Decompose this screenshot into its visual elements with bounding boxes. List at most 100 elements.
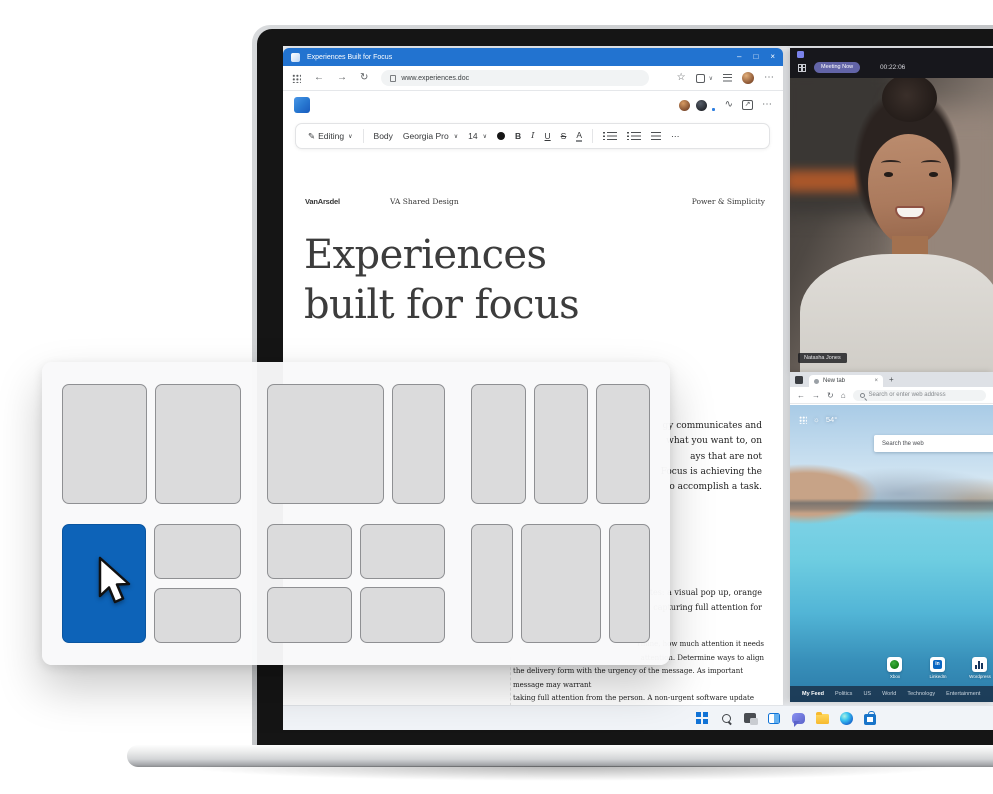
gallery-grid-icon[interactable] (798, 64, 806, 72)
favorites-star-icon[interactable]: ☆ (677, 73, 686, 83)
back-icon[interactable]: ← (797, 391, 805, 400)
task-view-button[interactable] (743, 711, 757, 725)
tile-wordpress[interactable]: Wordpress (972, 657, 987, 672)
meeting-badge[interactable]: Meeting Now (814, 62, 860, 73)
refresh-icon[interactable]: ↻ (827, 391, 834, 400)
snap-cell[interactable] (521, 524, 601, 644)
font-size-dropdown[interactable]: 14 ∨ (468, 131, 487, 141)
numbered-list-icon[interactable] (631, 132, 641, 140)
extensions-icon[interactable] (696, 74, 705, 83)
new-tab-icon[interactable]: + (889, 374, 894, 386)
word-logo-icon[interactable] (294, 97, 310, 113)
italic-button[interactable]: I (531, 131, 534, 141)
activity-icon[interactable]: ∿ (725, 100, 733, 110)
news-link[interactable]: World (882, 691, 896, 697)
workspaces-icon[interactable] (795, 376, 803, 384)
address-placeholder: Search or enter web address (869, 392, 946, 398)
more-icon[interactable]: ⋯ (762, 100, 772, 110)
file-explorer-button[interactable] (815, 711, 829, 725)
start-button[interactable] (695, 711, 709, 725)
snap-cell[interactable] (154, 524, 240, 579)
tile-xbox[interactable]: Xbox (887, 657, 902, 672)
align-icon[interactable] (651, 132, 661, 140)
maximize-button[interactable]: □ (753, 48, 758, 66)
apps-grid-icon[interactable] (292, 74, 301, 83)
snap-cell[interactable] (267, 384, 385, 504)
teams-logo-icon (797, 51, 804, 58)
tab-close-icon[interactable]: × (874, 378, 878, 384)
bold-button[interactable]: B (515, 131, 521, 141)
address-bar[interactable]: Search or enter web address (853, 390, 986, 401)
text-line: what you want to, on (661, 434, 762, 449)
address-bar[interactable]: www.experiences.doc (381, 70, 649, 86)
snap-cell[interactable] (360, 524, 445, 580)
collaborator-avatar[interactable] (678, 99, 691, 112)
snap-cell[interactable] (471, 524, 512, 644)
news-link[interactable]: My Feed (802, 691, 824, 697)
snap-cell[interactable] (62, 384, 147, 504)
document-tagline: Power & Simplicity (692, 197, 765, 206)
news-link[interactable]: Politics (835, 691, 852, 697)
style-dropdown[interactable]: Body (374, 131, 393, 141)
tile-linkedin[interactable]: in LinkedIn (930, 657, 945, 672)
snap-cell[interactable] (155, 384, 240, 504)
collaborator-avatar[interactable] (695, 99, 708, 112)
forward-icon[interactable]: → (337, 73, 347, 83)
font-name: Georgia Pro (403, 131, 449, 141)
store-button[interactable] (863, 711, 877, 725)
collections-icon[interactable] (723, 74, 732, 82)
underline-button[interactable]: U (545, 131, 551, 141)
chat-button[interactable] (791, 711, 805, 725)
news-link[interactable]: Technology (907, 691, 935, 697)
forward-icon[interactable]: → (812, 391, 820, 400)
font-dropdown[interactable]: Georgia Pro ∨ (403, 131, 458, 141)
heading-line: Experiences (304, 230, 579, 280)
apps-grid-icon[interactable] (799, 416, 807, 424)
snap-cell[interactable] (267, 587, 352, 643)
close-button[interactable]: × (770, 48, 775, 66)
search-icon (722, 714, 731, 723)
text-line: o accomplish a task. (661, 480, 762, 495)
snap-cell[interactable] (609, 524, 650, 644)
minimize-button[interactable]: – (737, 48, 741, 66)
editing-mode-dropdown[interactable]: ✎ Editing ∨ (308, 131, 353, 142)
home-icon[interactable]: ⌂ (841, 391, 846, 400)
laptop-base (127, 745, 993, 767)
snap-cell[interactable] (267, 524, 352, 580)
bullet-list-icon[interactable] (607, 132, 617, 140)
strikethrough-button[interactable]: S (561, 131, 567, 141)
chevron-down-icon[interactable]: ∨ (709, 75, 713, 82)
refresh-icon[interactable]: ↻ (360, 73, 368, 83)
web-search-box[interactable]: Search the web (874, 435, 993, 452)
news-link[interactable]: US (863, 691, 871, 697)
back-icon[interactable]: ← (314, 73, 324, 83)
participant-name-tag: Natasha Jones (798, 353, 847, 363)
snap-cell[interactable] (534, 384, 588, 504)
profile-avatar[interactable] (742, 72, 754, 84)
highlight-button[interactable]: A (576, 131, 582, 142)
edge-button[interactable] (839, 711, 853, 725)
settings-more-icon[interactable]: ⋯ (764, 73, 774, 83)
taskbar (283, 705, 993, 730)
address-url: www.experiences.doc (401, 75, 469, 82)
taskbar-search-button[interactable] (719, 711, 733, 725)
temperature[interactable]: 54° (826, 415, 837, 424)
news-link[interactable]: Entertainment (946, 691, 980, 697)
share-icon[interactable]: ↗ (742, 100, 753, 110)
face-feature (895, 206, 925, 219)
editing-label: Editing (318, 131, 344, 141)
news-nav: My Feed Politics US World Technology Ent… (790, 686, 993, 702)
snap-cell[interactable] (392, 384, 445, 504)
tab-title: Experiences Built for Focus (307, 54, 392, 61)
font-color-icon[interactable] (497, 132, 505, 140)
toolbar-more-icon[interactable]: ⋯ (671, 131, 680, 142)
widgets-button[interactable] (767, 711, 781, 725)
browser-tab[interactable]: New tab × (809, 375, 883, 387)
snap-cell[interactable] (596, 384, 650, 504)
snap-cell[interactable] (154, 588, 240, 643)
snap-cell[interactable] (360, 587, 445, 643)
snap-layout-wide-left (267, 384, 446, 504)
snap-layout-quad (267, 524, 446, 644)
quick-link-tiles: Xbox in LinkedIn Wordpress (790, 657, 993, 687)
snap-cell[interactable] (471, 384, 525, 504)
